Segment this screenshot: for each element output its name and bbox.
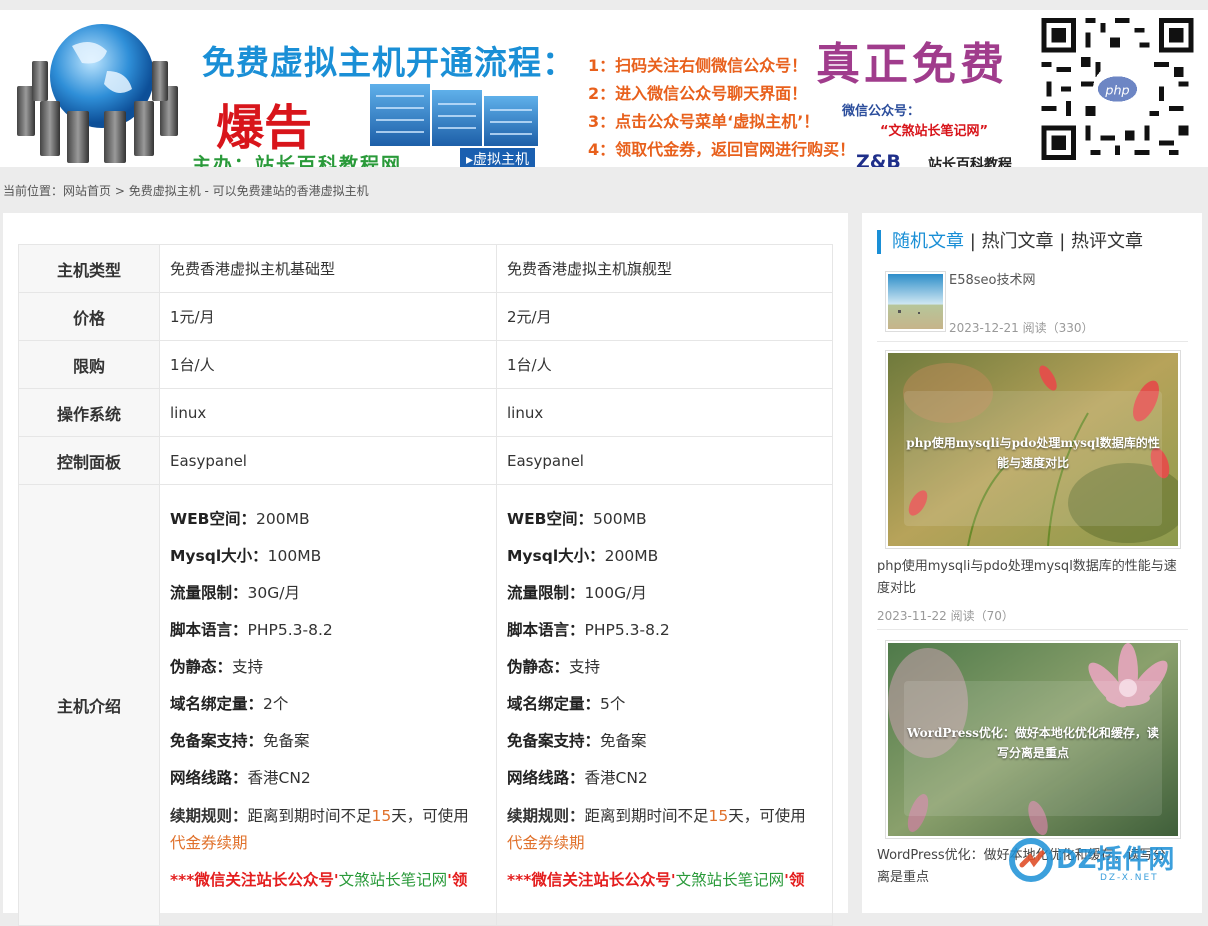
tab-separator: | [1053,231,1072,252]
banner-title: 免费虚拟主机开通流程： [202,43,576,82]
plan-flagship-intro: WEB空间：500MB Mysql大小：200MB 流量限制：100G/月 脚本… [496,484,833,926]
spec-line: 免备案支持：免备案 [507,732,647,750]
top-banner[interactable]: 免费虚拟主机开通流程： 爆告 主办：站长百科教程网 ▸虚拟主机 1：扫码关注右侧… [0,10,1208,167]
watermark-subtext: DZ-X.NET [1100,873,1159,883]
spec-line: Mysql大小：100MB [170,547,322,565]
watermark-logo: DZ插件网 DZ-X.NET [1008,833,1198,893]
tab-separator: | [964,231,982,252]
banner-organizer: 主办：站长百科教程网 [192,154,403,167]
article-thumbnail[interactable]: php使用mysqli与pdo处理mysql数据库的性能与速度对比 [885,350,1188,549]
row-label: 主机类型 [18,244,160,293]
spec-line: 伪静态：支持 [507,658,601,676]
banner-tag: ▸虚拟主机 [460,148,536,167]
spec-line: Mysql大小：200MB [507,547,659,565]
plan-flagship-cell: 2元/月 [496,292,833,341]
plan-basic-cell: 免费香港虚拟主机基础型 [159,244,497,293]
spec-line: WEB空间：500MB [507,510,647,528]
breadcrumb: 当前位置：网站首页 > 免费虚拟主机 - 可以免费建站的香港虚拟主机 [3,182,369,199]
plan-flagship-cell: 免费香港虚拟主机旗舰型 [496,244,833,293]
banner-free-slogan: 真正免费 [816,39,1008,90]
row-label: 价格 [18,292,160,341]
watermark-text: DZ插件网 [1056,845,1175,875]
hosting-spec-table: 主机类型 免费香港虚拟主机基础型 免费香港虚拟主机旗舰型 价格 1元/月 2元/… [18,244,833,926]
globe-servers-illustration [17,24,178,163]
svg-text:php: php [1104,83,1129,98]
table-row-intro: 主机介绍 WEB空间：200MB Mysql大小：100MB 流量限制：30G/… [18,484,833,926]
qr-code-icon[interactable]: php [1040,18,1195,160]
plan-basic-cell: 1元/月 [159,292,497,341]
play-icon: ▸ [466,152,474,167]
voucher-renew-link[interactable]: 代金券续期 [507,834,585,852]
spec-line: 网络线路：香港CN2 [170,769,311,787]
spec-line: 流量限制：100G/月 [507,584,647,602]
wechat-notice: ***微信关注站长公众号'文煞站长笔记网'领 [507,871,805,889]
spec-line: 域名绑定量：2个 [170,695,289,713]
wechat-notice: ***微信关注站长公众号'文煞站长笔记网'领 [170,871,468,889]
breadcrumb-prefix: 当前位置： [3,184,64,198]
spec-line: 流量限制：30G/月 [170,584,300,602]
table-row: 操作系统 linux linux [18,388,833,437]
spec-line: WEB空间：200MB [170,510,310,528]
article-thumbnail[interactable] [885,271,946,332]
spec-line: 脚本语言：PHP5.3-8.2 [170,621,333,639]
zb-logo-text: 站长百科教程 [928,157,1012,167]
banner-step: 4：领取代金券，返回官网进行购买！ [588,140,856,159]
divider [877,341,1188,342]
spec-line: 脚本语言：PHP5.3-8.2 [507,621,670,639]
plan-flagship-cell: linux [496,388,833,437]
table-row: 控制面板 Easypanel Easypanel [18,436,833,485]
article-meta: 2023-12-21 阅读（330） [949,321,1094,335]
spec-line: 免备案支持：免备案 [170,732,310,750]
plan-flagship-cell: Easypanel [496,436,833,485]
tab-hot-articles[interactable]: 热门文章 [982,231,1054,252]
tab-random-articles[interactable]: 随机文章 [892,231,964,252]
row-label: 操作系统 [18,388,160,437]
divider [877,629,1188,630]
thumb-caption: php使用mysqli与pdo处理mysql数据库的性能与速度对比 [906,436,1160,470]
sidebar-tabs: 随机文章 | 热门文章 | 热评文章 [877,230,1143,254]
breadcrumb-home-link[interactable]: 网站首页 [63,184,111,198]
spec-line: 网络线路：香港CN2 [507,769,648,787]
wechat-label: 微信公众号： [842,104,921,119]
table-row: 限购 1台/人 1台/人 [18,340,833,389]
row-label: 主机介绍 [18,484,160,926]
article-thumbnail[interactable]: WordPress优化：做好本地化优化和缓存，读写分离是重点 [885,640,1181,839]
renew-rule: 续期规则：距离到期时间不足15天，可使用 代金券续期 [507,807,806,852]
thumb-caption: WordPress优化：做好本地化优化和缓存，读写分离是重点 [907,726,1159,760]
breadcrumb-current: 免费虚拟主机 - 可以免费建站的香港虚拟主机 [128,184,369,198]
plan-basic-cell: Easypanel [159,436,497,485]
plan-flagship-cell: 1台/人 [496,340,833,389]
spec-line: 域名绑定量：5个 [507,695,626,713]
spec-line: 伪静态：支持 [170,658,264,676]
plan-basic-cell: 1台/人 [159,340,497,389]
row-label: 控制面板 [18,436,160,485]
dz-logo-icon [1009,838,1053,882]
sidebar: 随机文章 | 热门文章 | 热评文章 E58seo技术网 2023-12-21 … [862,213,1202,913]
article-title-link[interactable]: php使用mysqli与pdo处理mysql数据库的性能与速度对比 [877,556,1177,600]
row-label: 限购 [18,340,160,389]
renew-rule: 续期规则：距离到期时间不足15天，可使用 代金券续期 [170,807,469,852]
table-row: 价格 1元/月 2元/月 [18,292,833,341]
zb-logo: Z&B [856,151,901,167]
landscape-image [888,274,943,329]
plan-basic-cell: linux [159,388,497,437]
banner-step: 3：点击公众号菜单‘虚拟主机’！ [588,112,820,131]
wechat-account-name: “文煞站长笔记网” [880,124,989,139]
article-meta: 2023-11-22 阅读（70） [877,609,1014,623]
tab-hot-comments[interactable]: 热评文章 [1071,231,1143,252]
voucher-renew-link[interactable]: 代金券续期 [170,834,248,852]
article-title-link[interactable]: E58seo技术网 [949,269,1035,288]
table-row: 主机类型 免费香港虚拟主机基础型 免费香港虚拟主机旗舰型 [18,244,833,293]
breadcrumb-separator: > [111,184,129,198]
server-rack-icon [370,84,538,146]
banner-warning-text: 爆告 [216,100,313,156]
banner-tag-label: 虚拟主机 [473,152,530,167]
main-content: 主机类型 免费香港虚拟主机基础型 免费香港虚拟主机旗舰型 价格 1元/月 2元/… [3,213,848,926]
plan-basic-intro: WEB空间：200MB Mysql大小：100MB 流量限制：30G/月 脚本语… [159,484,497,926]
